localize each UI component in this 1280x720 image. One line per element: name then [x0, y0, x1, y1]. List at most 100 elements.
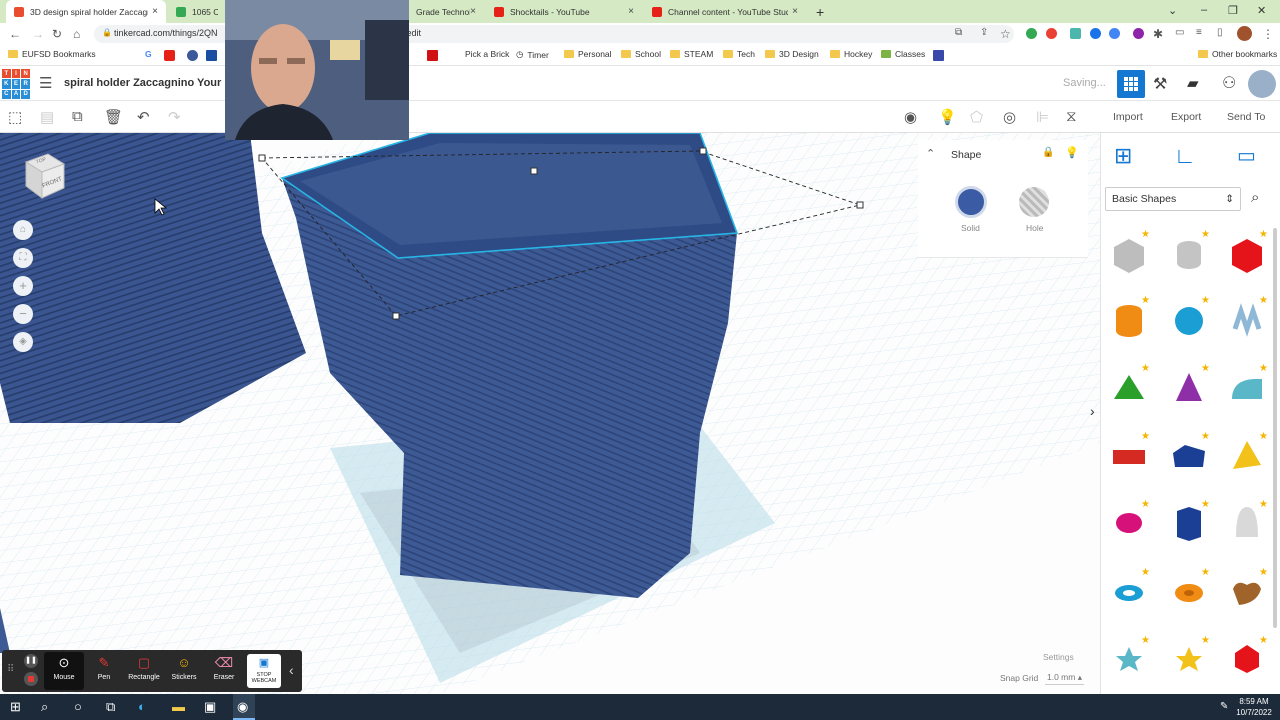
- youtube-icon[interactable]: [164, 50, 175, 61]
- chevron-right-icon[interactable]: ›: [1090, 403, 1095, 419]
- rectangle-tool-button[interactable]: ▢ Rectangle: [124, 652, 164, 690]
- puzzle-icon[interactable]: ✱: [1153, 27, 1163, 41]
- bookmark-timer[interactable]: ◷ Timer: [516, 49, 549, 60]
- reload-icon[interactable]: ↻: [52, 27, 62, 41]
- stop-webcam-button[interactable]: ▣ STOP WEBCAM: [247, 654, 281, 688]
- taskbar-clock[interactable]: 8:59 AM 10/7/2022: [1232, 696, 1276, 718]
- drag-handle-icon[interactable]: ⠿: [7, 664, 14, 675]
- bookmark-google[interactable]: G: [145, 49, 152, 59]
- search-icon[interactable]: ⌕: [1251, 189, 1259, 206]
- bulb-icon[interactable]: 💡: [938, 108, 957, 126]
- eraser-tool-button[interactable]: ⌫ Eraser: [204, 652, 244, 690]
- menu-icon[interactable]: ⋮: [1262, 27, 1274, 41]
- bookmark-tech[interactable]: Tech: [723, 49, 755, 59]
- group-icon[interactable]: ⬠: [970, 108, 983, 126]
- chevron-down-icon[interactable]: ⌄: [1168, 4, 1177, 17]
- tab-maps[interactable]: 1065 Culv: [168, 0, 226, 23]
- windows-start-icon[interactable]: ⊞: [10, 699, 21, 715]
- delete-icon[interactable]: 🗑: [104, 108, 123, 126]
- bookmark-other[interactable]: Other bookmarks: [1198, 49, 1277, 59]
- comment-icon[interactable]: ◉: [904, 108, 917, 126]
- tab-tinkercad[interactable]: 3D design spiral holder Zaccagnino ×: [6, 0, 166, 23]
- shape-category-select[interactable]: Basic Shapes ⇕: [1105, 187, 1241, 211]
- extension-icon[interactable]: [1133, 28, 1144, 39]
- bookmark-school[interactable]: School: [621, 49, 661, 59]
- new-tab-button[interactable]: +: [808, 0, 832, 23]
- send-to-button[interactable]: Send To: [1227, 111, 1265, 123]
- hole-button[interactable]: [1019, 187, 1049, 217]
- paste-icon[interactable]: ▤: [40, 108, 54, 126]
- settings-link[interactable]: Settings: [1043, 652, 1074, 662]
- home-view-button[interactable]: ⌂: [13, 220, 33, 240]
- chrome-icon[interactable]: ◉: [233, 694, 255, 720]
- stickers-tool-button[interactable]: ☺ Stickers: [164, 652, 204, 690]
- back-icon[interactable]: ←: [9, 27, 21, 41]
- file-explorer-icon[interactable]: ▬: [172, 699, 185, 714]
- shape-grid[interactable]: ★ ★ ★ ★ ★ ★ ★ ★ ★ ★ ★ ★ ★ ★ ★ ★ ★ ★ ★ ★ ★: [1101, 223, 1280, 703]
- extension-icon[interactable]: [1046, 28, 1057, 39]
- library-scrollbar[interactable]: [1273, 228, 1277, 628]
- cast-icon[interactable]: ▭: [1175, 27, 1184, 38]
- extension-icon[interactable]: [1109, 28, 1120, 39]
- zoom-out-button[interactable]: −: [13, 304, 33, 324]
- restore-icon[interactable]: ❐: [1228, 4, 1238, 17]
- pen-icon[interactable]: ✎: [1220, 701, 1228, 712]
- new-shape-icon[interactable]: ⬚: [8, 108, 22, 126]
- bookmark-icon[interactable]: [206, 50, 217, 61]
- bookmark-eufsd[interactable]: EUFSD Bookmarks: [8, 49, 96, 59]
- light-icon[interactable]: 💡: [1065, 146, 1079, 159]
- briefcase-icon[interactable]: ▰: [1187, 74, 1199, 92]
- mirror-icon[interactable]: ⧖: [1066, 108, 1077, 125]
- notes-icon[interactable]: ▭: [1237, 143, 1256, 168]
- close-tab-icon[interactable]: ×: [628, 6, 634, 17]
- close-window-icon[interactable]: ✕: [1257, 4, 1266, 17]
- zoom-in-button[interactable]: +: [13, 276, 33, 296]
- sidebar-icon[interactable]: ▯: [1217, 27, 1223, 38]
- solid-color-button[interactable]: [955, 186, 987, 218]
- ruler-icon[interactable]: ∟: [1174, 143, 1196, 169]
- edge-icon[interactable]: ◐: [138, 699, 146, 714]
- bookmark-steam[interactable]: STEAM: [670, 49, 713, 59]
- home-icon[interactable]: ⌂: [73, 27, 80, 41]
- design-title[interactable]: spiral holder Zaccagnino Your N: [64, 77, 232, 89]
- import-button[interactable]: Import: [1113, 111, 1143, 123]
- add-user-icon[interactable]: ⚇: [1222, 73, 1236, 93]
- redo-icon[interactable]: ↷: [168, 108, 181, 126]
- close-tab-icon[interactable]: ×: [470, 6, 476, 17]
- close-tab-icon[interactable]: ×: [792, 6, 798, 17]
- forward-icon[interactable]: →: [32, 27, 44, 41]
- pen-tool-button[interactable]: ✎ Pen: [84, 652, 124, 690]
- avatar[interactable]: [1248, 70, 1276, 98]
- reading-list-icon[interactable]: ≡: [1196, 27, 1202, 38]
- mouse-tool-button[interactable]: ⊙ Mouse: [44, 652, 84, 690]
- collapse-toolbar-icon[interactable]: ‹: [289, 662, 294, 678]
- view-cube[interactable]: TOP FRONT: [18, 150, 68, 200]
- bookmark-pick-a-brick[interactable]: Pick a Brick: [465, 49, 509, 59]
- lock-icon[interactable]: 🔒: [1042, 147, 1054, 158]
- minimize-icon[interactable]: –: [1201, 4, 1207, 16]
- undo-icon[interactable]: ↶: [137, 108, 150, 126]
- export-button[interactable]: Export: [1171, 111, 1201, 123]
- bookmark-personal[interactable]: Personal: [564, 49, 612, 59]
- bookmark-3d-design[interactable]: 3D Design: [765, 49, 819, 59]
- extension-icon[interactable]: [1070, 28, 1081, 39]
- bookmark-hockey[interactable]: Hockey: [830, 49, 872, 59]
- tab-technology[interactable]: Grade Technolo ×: [408, 0, 484, 23]
- bookmark-icon[interactable]: [187, 50, 198, 61]
- lego-icon[interactable]: [427, 50, 438, 61]
- hammer-icon[interactable]: ⚒: [1153, 74, 1167, 94]
- share-icon[interactable]: ⇪: [980, 27, 988, 38]
- bookmark-classes[interactable]: Classes: [881, 49, 925, 59]
- align-icon[interactable]: ⊫: [1036, 108, 1049, 126]
- task-view-icon[interactable]: ⧉: [106, 699, 115, 715]
- design-list-icon[interactable]: ☰: [39, 74, 52, 92]
- tab-youtube-studio[interactable]: Channel content - YouTube Studi ×: [644, 0, 806, 23]
- extension-icon[interactable]: [1026, 28, 1037, 39]
- bookmark-icon[interactable]: [933, 50, 944, 61]
- tab-shocktails[interactable]: Shocktails - YouTube ×: [486, 0, 642, 23]
- record-stop-icon[interactable]: [24, 672, 38, 686]
- duplicate-icon[interactable]: ⧉: [72, 108, 83, 125]
- search-icon[interactable]: ⌕: [41, 699, 48, 715]
- avatar[interactable]: [1237, 26, 1252, 41]
- star-icon[interactable]: ☆: [1000, 27, 1011, 41]
